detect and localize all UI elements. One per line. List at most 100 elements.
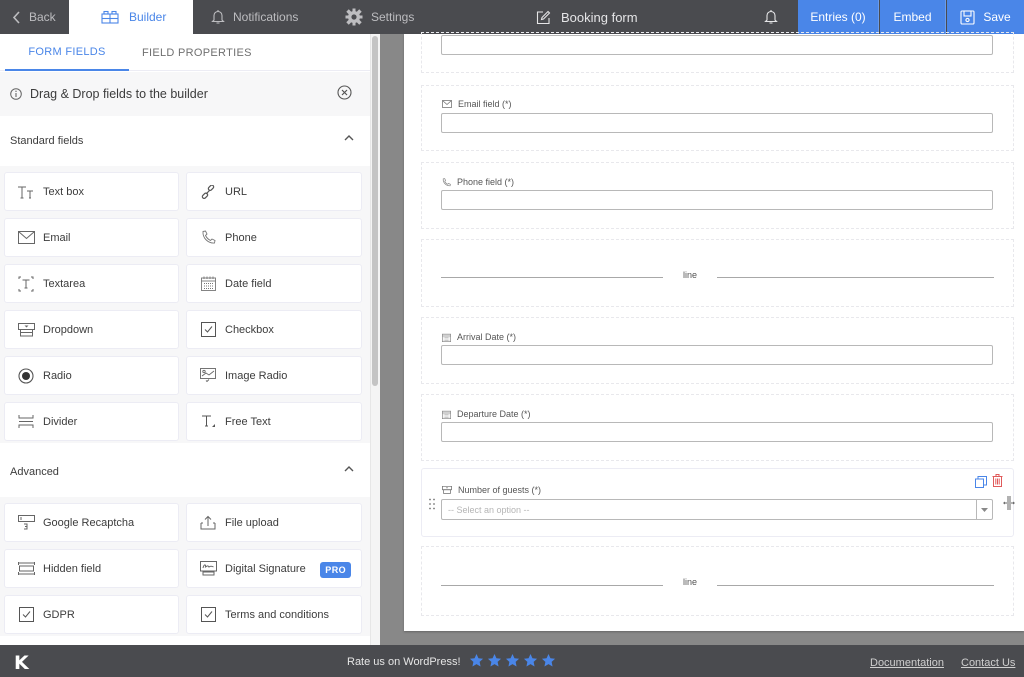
checkbox-icon — [199, 321, 217, 339]
star-icon[interactable] — [505, 653, 520, 668]
alerts-button[interactable] — [764, 0, 778, 34]
phone-input[interactable] — [441, 190, 993, 210]
field-google-recaptcha[interactable]: Google Recaptcha — [4, 503, 179, 542]
field-digital-signature[interactable]: Digital Signature PRO — [186, 549, 362, 588]
divider-line-right — [717, 277, 994, 278]
embed-button[interactable]: Embed — [880, 0, 946, 34]
form-field-block-departure-date[interactable]: Departure Date (*) — [421, 394, 1014, 461]
field-dropdown[interactable]: Dropdown — [4, 310, 179, 349]
field-label-text: Number of guests (*) — [458, 485, 542, 495]
field-terms-and-conditions[interactable]: Terms and conditions — [186, 595, 362, 634]
entries-button[interactable]: Entries (0) — [798, 0, 879, 34]
field-image-radio[interactable]: Image Radio — [186, 356, 362, 395]
departure-date-input[interactable] — [441, 422, 993, 442]
form-field-block[interactable] — [421, 32, 1014, 73]
rate-us[interactable]: Rate us on WordPress! — [347, 653, 556, 668]
email-input[interactable] — [441, 113, 993, 133]
field-label-text: Email field (*) — [458, 99, 512, 109]
documentation-link[interactable]: Documentation — [870, 657, 944, 669]
tab-field-properties[interactable]: FIELD PROPERTIES — [142, 34, 252, 71]
form-field-block-email[interactable]: Email field (*) — [421, 85, 1014, 151]
field-email[interactable]: Email — [4, 218, 179, 257]
star-icon[interactable] — [523, 653, 538, 668]
field-label: Google Recaptcha — [43, 516, 135, 529]
notifications-label: Notifications — [233, 10, 299, 24]
pro-badge: PRO — [320, 562, 351, 578]
field-label: File upload — [225, 516, 279, 529]
field-checkbox[interactable]: Checkbox — [186, 310, 362, 349]
form-divider-block[interactable]: line — [421, 239, 1014, 307]
form-field-block-arrival-date[interactable]: Arrival Date (*) — [421, 317, 1014, 384]
field-phone[interactable]: Phone — [186, 218, 362, 257]
dismiss-banner-button[interactable] — [337, 85, 352, 103]
contact-us-link[interactable]: Contact Us — [961, 657, 1015, 669]
field-label-row: Departure Date (*) — [442, 409, 531, 419]
rating-stars[interactable] — [469, 653, 556, 668]
checkbox-icon — [17, 606, 35, 624]
textarea-icon — [17, 275, 35, 293]
divider-line-left — [441, 277, 663, 278]
field-label: Free Text — [225, 415, 271, 428]
resize-handle[interactable] — [1003, 496, 1015, 515]
field-file-upload[interactable]: File upload — [186, 503, 362, 542]
save-button[interactable]: Save — [947, 0, 1024, 34]
field-label: URL — [225, 185, 248, 198]
bell-icon — [211, 10, 225, 24]
text-input[interactable] — [441, 35, 993, 55]
field-date[interactable]: Date field — [186, 264, 362, 303]
left-panel-scrollbar[interactable] — [370, 34, 380, 645]
close-circle-icon — [337, 85, 352, 100]
divider-icon — [17, 413, 35, 431]
guests-select[interactable]: -- Select an option -- — [441, 499, 993, 520]
field-label: Date field — [225, 277, 272, 290]
brand-logo: K — [14, 652, 29, 674]
tab-notifications[interactable]: Notifications — [193, 0, 343, 34]
field-hidden[interactable]: Hidden field — [4, 549, 179, 588]
chevron-up-icon — [344, 135, 354, 141]
field-radio[interactable]: Radio — [4, 356, 179, 395]
duplicate-field-button[interactable] — [975, 475, 987, 493]
arrival-date-input[interactable] — [441, 345, 993, 365]
delete-field-button[interactable] — [992, 474, 1003, 492]
gear-icon — [345, 8, 363, 26]
tab-settings[interactable]: Settings — [343, 0, 463, 34]
section-standard-fields[interactable]: Standard fields — [0, 116, 370, 166]
star-icon[interactable] — [487, 653, 502, 668]
phone-icon — [442, 177, 451, 186]
dropdown-icon — [442, 486, 452, 494]
field-label: Phone — [225, 231, 257, 244]
floppy-disk-icon — [960, 9, 975, 25]
section-advanced[interactable]: Advanced — [0, 447, 370, 497]
scrollbar-thumb[interactable] — [372, 36, 378, 386]
calendar-icon — [442, 410, 451, 419]
builder-label: Builder — [129, 10, 167, 24]
back-button[interactable]: Back — [0, 0, 69, 34]
envelope-icon — [442, 100, 452, 108]
divider-line-right — [717, 585, 994, 586]
edit-icon — [536, 10, 551, 24]
form-canvas: Email field (*) Phone field (*) line Arr… — [404, 32, 1024, 631]
tab-form-fields[interactable]: FORM FIELDS — [5, 34, 129, 71]
field-label: Radio — [43, 369, 72, 382]
select-arrow[interactable] — [976, 500, 992, 519]
info-message: Drag & Drop fields to the builder — [30, 87, 208, 101]
star-icon[interactable] — [469, 653, 484, 668]
section-title: Advanced — [10, 466, 59, 478]
form-field-block-guests[interactable]: Number of guests (*) -- Select an option… — [421, 468, 1015, 537]
radio-icon — [17, 367, 35, 385]
field-free-text[interactable]: Free Text — [186, 402, 362, 441]
field-label-text: Phone field (*) — [457, 177, 515, 187]
field-text-box[interactable]: Text box — [4, 172, 179, 211]
form-divider-block[interactable]: line — [421, 546, 1014, 616]
drag-handle[interactable] — [429, 497, 435, 515]
field-gdpr[interactable]: GDPR — [4, 595, 179, 634]
form-title[interactable]: Booking form — [536, 0, 638, 34]
field-textarea[interactable]: Textarea — [4, 264, 179, 303]
field-label-row: Arrival Date (*) — [442, 332, 516, 342]
field-divider[interactable]: Divider — [4, 402, 179, 441]
form-field-block-phone[interactable]: Phone field (*) — [421, 162, 1014, 229]
field-url[interactable]: URL — [186, 172, 362, 211]
tab-builder[interactable]: Builder — [69, 0, 193, 34]
checkbox-icon — [199, 606, 217, 624]
star-icon[interactable] — [541, 653, 556, 668]
